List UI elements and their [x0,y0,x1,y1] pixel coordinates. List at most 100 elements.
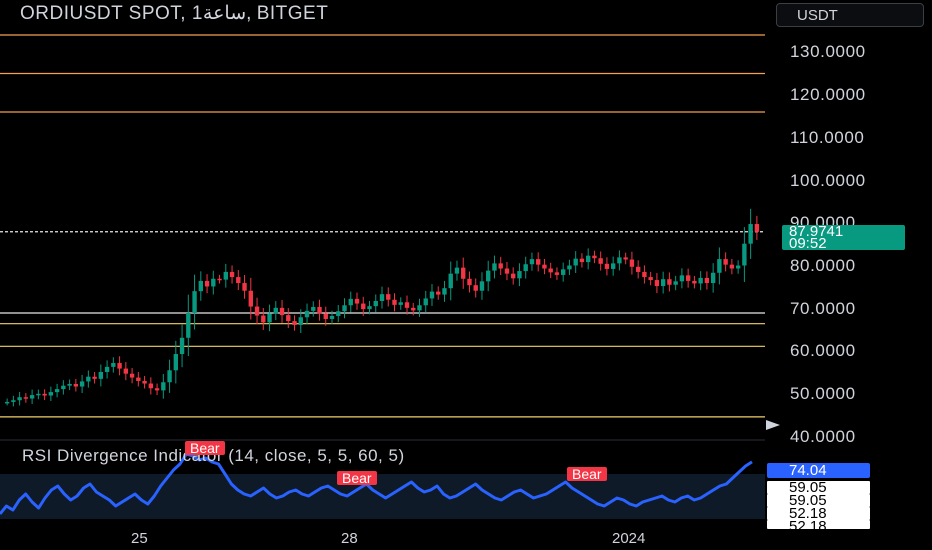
chart-title: ORDIUSDT SPOT, 1ساعة, BITGET [20,3,329,24]
candle-body [436,291,441,295]
candle-body [517,271,522,279]
candle-body [579,258,585,263]
candle-body [367,306,372,310]
candle-body [361,303,366,310]
candle-body [386,294,391,300]
candle-body [498,263,503,269]
candle-body [36,393,41,396]
price-axis-label: 70.0000 [790,299,856,318]
candle-body [479,281,485,291]
currency-selector[interactable]: USDT [776,3,924,27]
candle-body [667,279,672,285]
candle-body [723,259,728,265]
candle-body [236,277,241,284]
candle-body [142,380,147,384]
price-axis-label: 130.0000 [790,42,866,61]
candle-body [648,277,653,281]
candle-body [660,279,666,287]
candle-body [292,321,297,325]
time-axis-label: 28 [341,530,358,547]
scroll-arrow-icon[interactable] [766,420,780,430]
candle-body [23,397,29,399]
candle-body [461,267,466,279]
candle-body [48,392,54,396]
horizontal-levels [0,34,765,418]
candle-body [336,311,341,316]
candle-body [417,305,422,311]
candle-body [710,272,716,284]
candle-body [673,281,678,285]
candle-body [217,278,222,281]
candle-body [635,266,641,272]
candle-body [229,271,235,278]
candle-body [167,370,172,383]
candle-body [154,388,160,391]
candle-body [223,271,228,280]
candle-body [54,389,60,393]
candle-body [4,401,10,404]
candle-body [473,285,478,291]
candle-body [529,259,535,265]
candle-body [411,307,416,311]
candle-body [398,302,403,305]
candle-body [117,363,122,369]
rsi-level-label: 59.05 [767,481,870,494]
candle-body [617,257,622,264]
candle-body [692,280,697,284]
candle-body [248,290,253,307]
candle-body [11,400,16,402]
candle-body [317,306,322,314]
candle-body [492,263,497,271]
candle-body [585,255,591,263]
candle-body [604,263,610,269]
price-axis-label: 120.0000 [790,85,866,104]
candle-body [610,263,616,269]
candle-body [748,224,753,244]
candle-body [573,258,578,266]
candle-body [554,272,560,275]
candle-body [286,315,291,322]
candlestick-series [4,208,760,407]
rsi-level-label: 52.18 [767,520,870,529]
candle-body [123,368,129,374]
candle-body [454,267,460,274]
time-axis-label: 2024 [612,530,646,547]
candle-body [379,294,385,302]
candle-body [148,383,154,389]
candle-body [211,278,216,287]
candle-body [311,306,316,311]
candle-body [742,243,747,266]
candle-body [679,275,685,282]
candle-body [511,273,516,279]
candle-body [42,393,47,396]
candle-body [79,381,85,387]
candle-body [73,383,79,387]
bear-divergence-label: Bear [337,471,377,485]
candle-body [729,264,735,269]
candle-body [592,255,597,259]
candle-body [98,371,104,379]
candle-body [392,299,397,305]
candle-body [642,271,647,278]
candle-body [623,257,628,260]
candle-body [179,337,185,355]
candle-body [448,273,453,289]
candle-body [254,306,260,316]
candle-body [92,376,97,379]
candle-body [654,280,660,287]
candle-body [685,275,691,281]
bar-countdown: 09:52 [789,235,827,252]
candle-body [342,305,347,312]
candle-body [136,377,141,381]
candle-body [704,277,710,284]
price-axis-label: 40.0000 [790,427,856,446]
bear-divergence-label: Bear [567,467,607,481]
last-price-tag: 87.9741 09:52 [782,224,905,252]
candle-body [261,315,266,323]
price-axis-label: 60.0000 [790,341,856,360]
candle-body [523,264,528,272]
price-axis-label: 100.0000 [790,171,866,190]
candle-body [323,313,328,319]
candle-body [161,382,166,391]
time-axis-label: 25 [131,530,148,547]
